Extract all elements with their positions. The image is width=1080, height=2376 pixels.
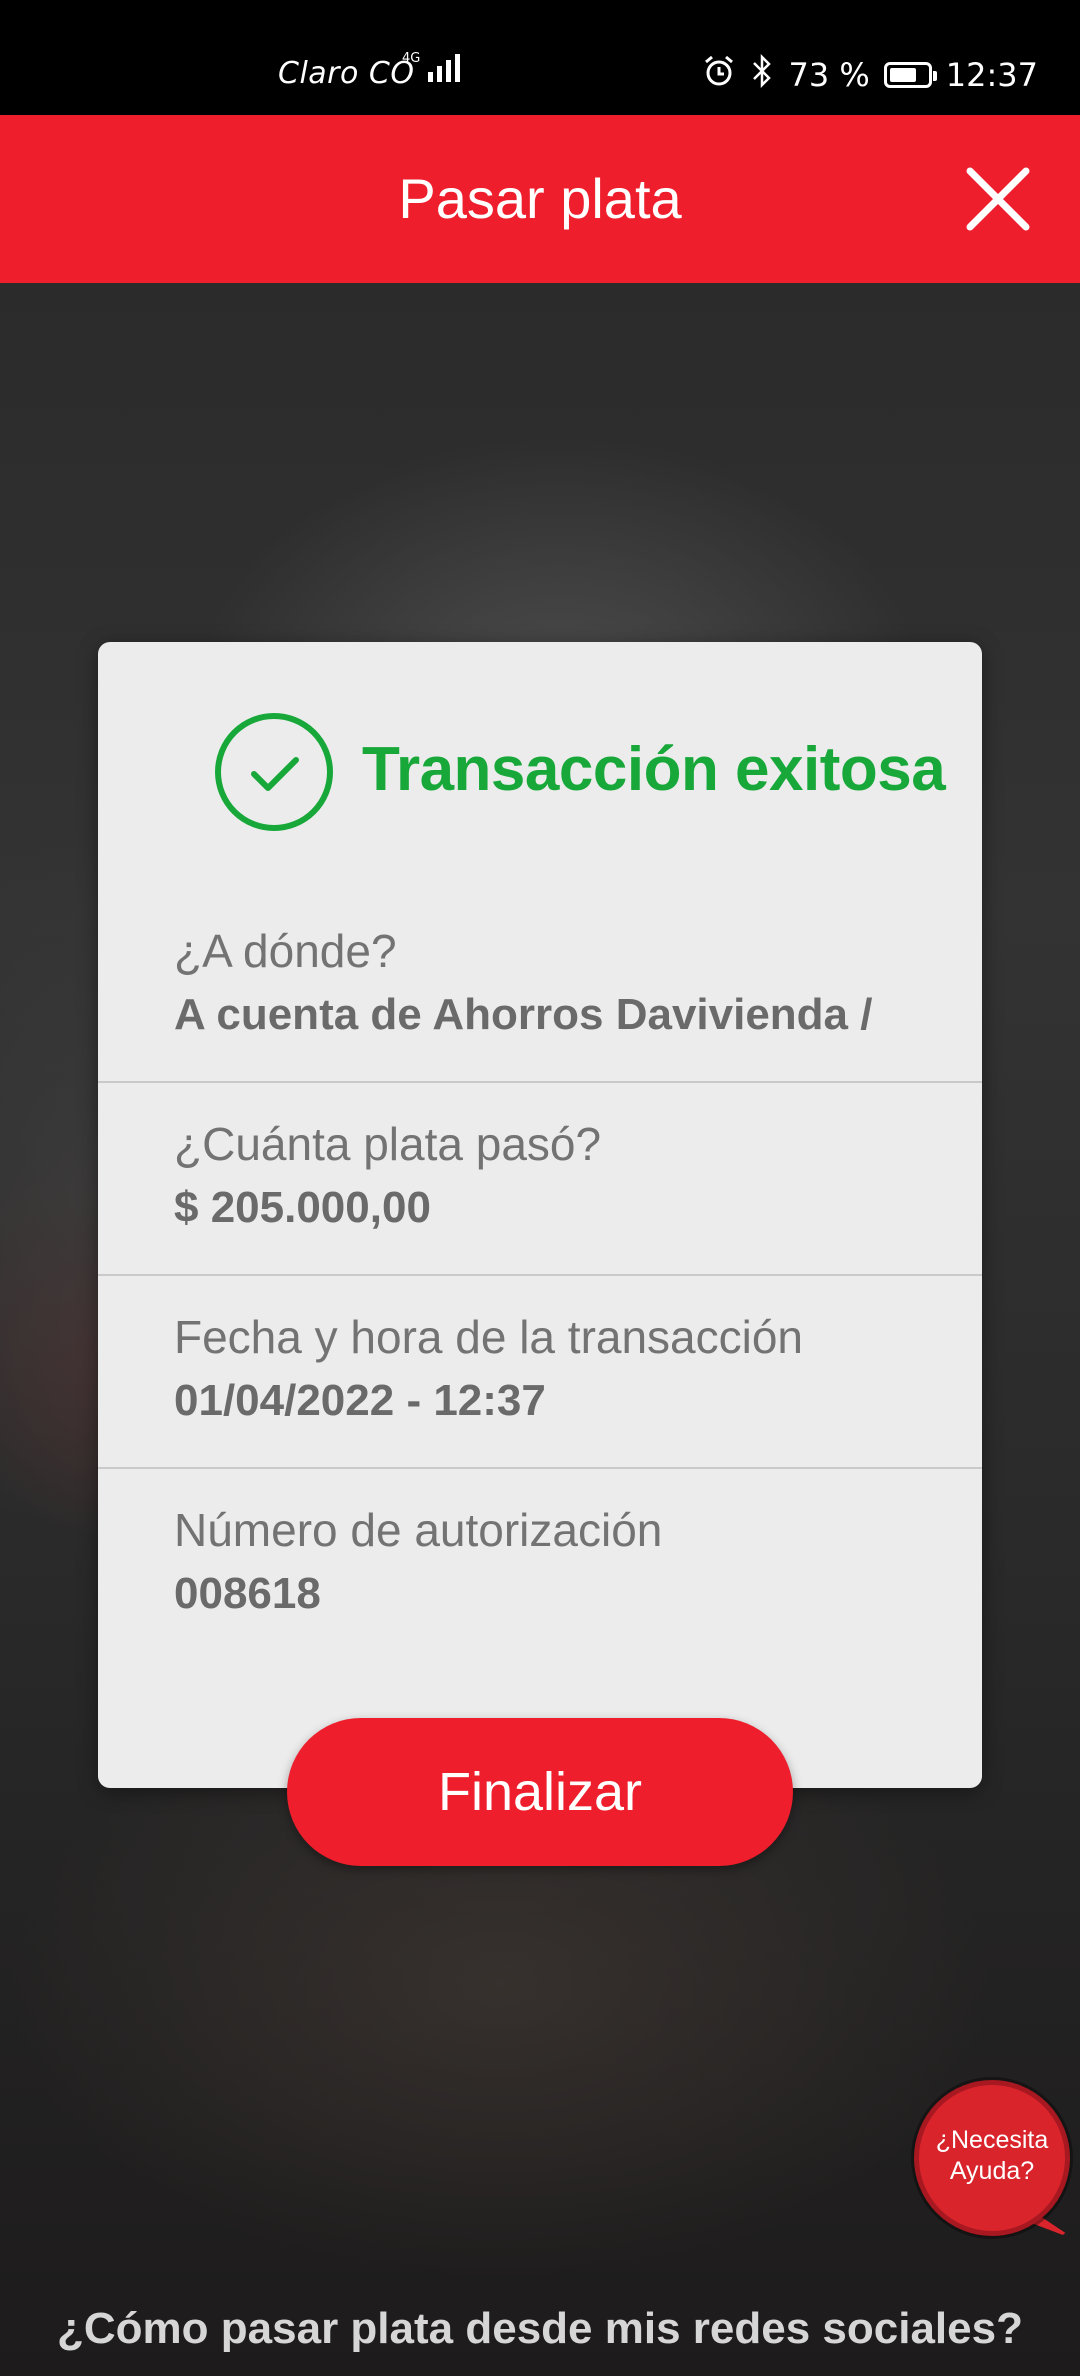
bluetooth-icon	[750, 53, 774, 96]
amount-label: ¿Cuánta plata pasó?	[174, 1118, 602, 1170]
datetime-value: 01/04/2022 - 12:37	[174, 1376, 546, 1425]
alarm-icon	[702, 54, 736, 96]
social-networks-link[interactable]: ¿Cómo pasar plata desde mis redes social…	[0, 2304, 1080, 2354]
help-text: ¿Necesita Ayuda?	[919, 2125, 1065, 2187]
carrier-label: Claro CO	[278, 56, 415, 91]
battery-percent: 73 %	[788, 56, 870, 94]
datetime-info: Fecha y hora de la transacción 01/04/202…	[98, 1310, 982, 1426]
destination-info: ¿A dónde? A cuenta de Ahorros Davivienda…	[98, 924, 982, 1040]
divider	[98, 1274, 982, 1276]
amount-value: $ 205.000,00	[174, 1183, 431, 1232]
status-bar: Claro CO 4G 73 % 12:37	[0, 0, 1080, 115]
battery-icon	[883, 62, 937, 88]
help-text-line2: Ayuda?	[949, 2157, 1035, 2185]
network-type: 4G	[402, 51, 421, 66]
signal-icon: 4G	[402, 51, 461, 82]
finalize-button[interactable]: Finalizar	[287, 1718, 793, 1866]
check-circle-icon	[215, 713, 333, 831]
close-icon	[966, 167, 1030, 231]
success-header: Transacción exitosa	[98, 710, 982, 834]
help-button[interactable]: ¿Necesita Ayuda?	[914, 2080, 1070, 2236]
datetime-label: Fecha y hora de la transacción	[174, 1311, 804, 1363]
amount-info: ¿Cuánta plata pasó? $ 205.000,00	[98, 1117, 982, 1233]
page-title: Pasar plata	[398, 167, 682, 230]
app-header: Pasar plata	[0, 115, 1080, 283]
destination-label: ¿A dónde?	[174, 925, 397, 977]
divider	[98, 1081, 982, 1083]
authorization-label: Número de autorización	[174, 1504, 663, 1556]
divider	[98, 1467, 982, 1469]
close-button[interactable]	[964, 165, 1032, 233]
help-text-line1: ¿Necesita	[935, 2126, 1049, 2154]
authorization-value: 008618	[174, 1569, 321, 1618]
clock: 12:37	[945, 56, 1038, 94]
authorization-info: Número de autorización 008618	[98, 1503, 982, 1619]
transaction-card: Transacción exitosa ¿A dónde? A cuenta d…	[98, 642, 982, 1788]
destination-value: A cuenta de Ahorros Davivienda /	[174, 990, 873, 1039]
transaction-status: Transacción exitosa	[362, 735, 946, 804]
